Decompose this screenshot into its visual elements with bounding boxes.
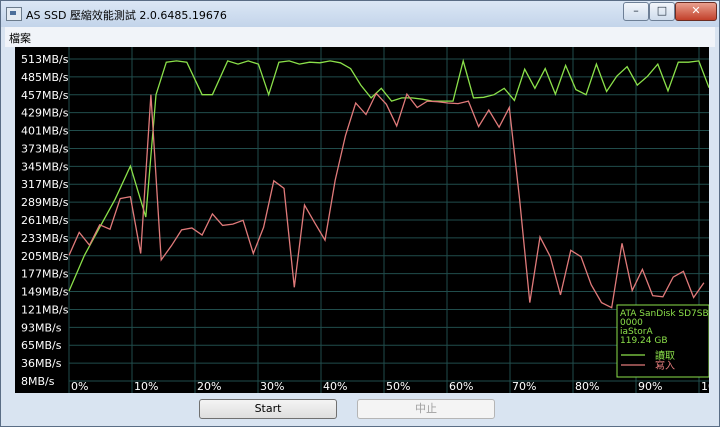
y-tick-label: 317MB/s bbox=[21, 178, 69, 191]
app-window: AS SSD 壓縮效能測試 2.0.6485.19676 – □ ✕ 檔案 51… bbox=[0, 0, 720, 427]
x-tick-label: 90% bbox=[638, 380, 662, 393]
window-title: AS SSD 壓縮效能測試 2.0.6485.19676 bbox=[26, 9, 227, 22]
x-tick-label: 100% bbox=[701, 380, 709, 393]
maximize-button[interactable]: □ bbox=[649, 2, 675, 21]
x-tick-label: 60% bbox=[449, 380, 473, 393]
app-icon bbox=[6, 7, 22, 21]
y-tick-label: 513MB/s bbox=[21, 53, 69, 66]
y-tick-label: 65MB/s bbox=[21, 339, 62, 352]
y-tick-label: 485MB/s bbox=[21, 71, 69, 84]
read-series-line bbox=[68, 58, 709, 292]
close-button[interactable]: ✕ bbox=[675, 2, 717, 21]
y-tick-label: 177MB/s bbox=[21, 268, 69, 281]
x-tick-label: 40% bbox=[323, 380, 347, 393]
y-tick-label: 261MB/s bbox=[21, 214, 69, 227]
x-tick-label: 10% bbox=[134, 380, 158, 393]
menu-bar: 檔案 bbox=[5, 27, 715, 47]
y-tick-label: 205MB/s bbox=[21, 250, 69, 263]
x-tick-label: 80% bbox=[575, 380, 599, 393]
y-tick-label: 345MB/s bbox=[21, 160, 69, 173]
x-tick-label: 70% bbox=[512, 380, 536, 393]
y-tick-label: 429MB/s bbox=[21, 107, 69, 120]
y-tick-label: 457MB/s bbox=[21, 89, 69, 102]
legend-drive-info: 119.24 GB bbox=[620, 336, 668, 346]
y-tick-label: 149MB/s bbox=[21, 286, 69, 299]
minimize-button[interactable]: – bbox=[623, 2, 649, 21]
benchmark-chart: 513MB/s 485MB/s 457MB/s 429MB/s 401MB/s 373MB… bbox=[15, 47, 709, 393]
legend-label: 寫入 bbox=[655, 359, 675, 372]
y-tick-label: 121MB/s bbox=[21, 303, 69, 316]
y-tick-label: 373MB/s bbox=[21, 142, 69, 155]
y-tick-label: 8MB/s bbox=[21, 375, 55, 388]
chart-svg: 513MB/s 485MB/s 457MB/s 429MB/s 401MB/s 373MB… bbox=[21, 47, 709, 393]
x-tick-label: 50% bbox=[386, 380, 410, 393]
y-tick-label: 233MB/s bbox=[21, 232, 69, 245]
menu-item-file[interactable]: 檔案 bbox=[9, 30, 31, 46]
y-tick-label: 36MB/s bbox=[21, 357, 62, 370]
title-bar: AS SSD 壓縮效能測試 2.0.6485.19676 – □ ✕ bbox=[1, 1, 719, 27]
x-tick-label: 0% bbox=[71, 380, 88, 393]
y-tick-label: 401MB/s bbox=[21, 125, 69, 138]
write-series-line bbox=[68, 92, 705, 309]
y-tick-label: 93MB/s bbox=[21, 321, 62, 334]
start-button[interactable]: Start bbox=[199, 399, 337, 419]
x-tick-label: 20% bbox=[197, 380, 221, 393]
stop-button[interactable]: 中止 bbox=[357, 399, 495, 419]
x-tick-label: 30% bbox=[260, 380, 284, 393]
y-tick-label: 289MB/s bbox=[21, 196, 69, 209]
